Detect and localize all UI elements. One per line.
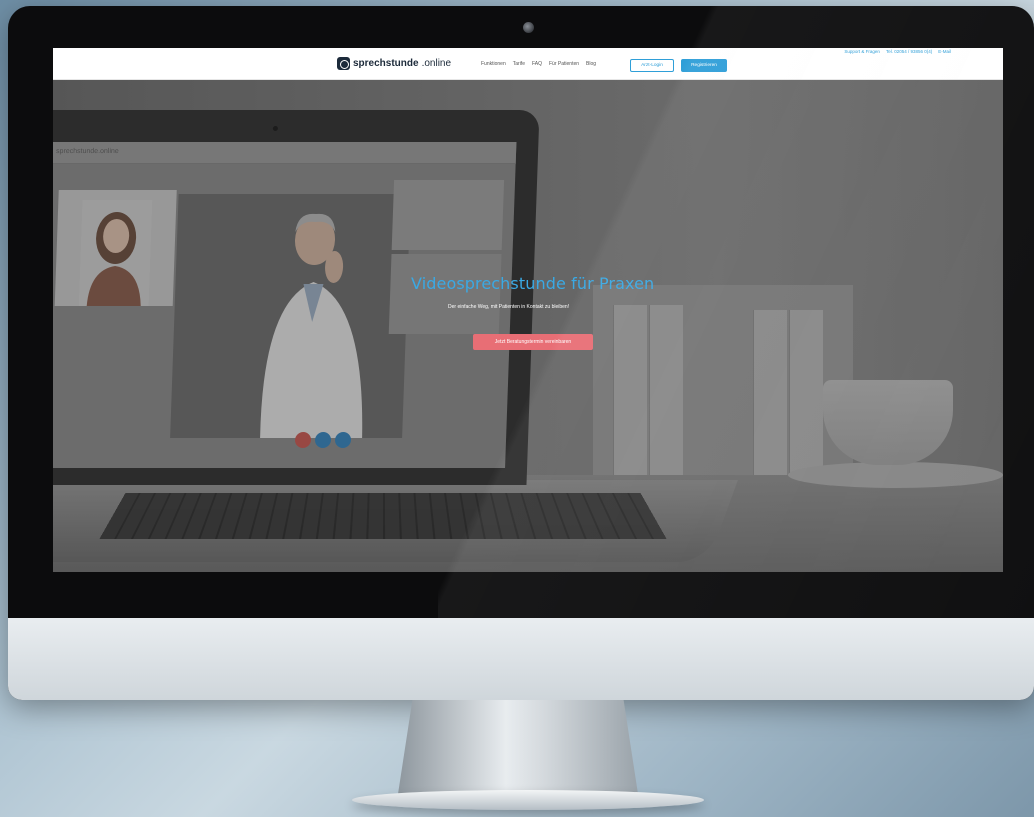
mail-link[interactable]: E-Mail	[938, 49, 951, 54]
phone-link[interactable]: Tel. 02054 / 93856 0(4)	[886, 49, 932, 54]
browser-screen: Support & Fragen Tel. 02054 / 93856 0(4)…	[53, 48, 1003, 572]
monitor: Support & Fragen Tel. 02054 / 93856 0(4)…	[8, 6, 1034, 700]
main-nav: Funktionen Tarife FAQ Für Patienten Blog	[481, 61, 596, 67]
support-link[interactable]: Support & Fragen	[844, 49, 880, 54]
nav-link-funktionen[interactable]: Funktionen	[481, 61, 506, 67]
top-contact-line: Support & Fragen Tel. 02054 / 93856 0(4)…	[844, 49, 951, 54]
site-navbar: Support & Fragen Tel. 02054 / 93856 0(4)…	[53, 48, 1003, 80]
hero-subtitle: Der einfache Weg, mit Patienten in Konta…	[448, 304, 570, 310]
hero-overlay	[53, 80, 1003, 572]
nav-link-blog[interactable]: Blog	[586, 61, 596, 67]
monitor-chin	[8, 618, 1034, 700]
hero-section: sprechstunde.online Videosprechstunde fü…	[53, 80, 1003, 572]
monitor-stand-neck	[398, 700, 638, 794]
monitor-stand-foot	[352, 790, 704, 810]
book-consultation-button[interactable]: Jetzt Beratungstermin vereinbaren	[473, 334, 593, 350]
nav-link-faq[interactable]: FAQ	[532, 61, 542, 67]
hero-title: Videosprechstunde für Praxen	[411, 274, 655, 293]
doctor-login-button[interactable]: Arzt-Login	[630, 59, 674, 72]
site-logo[interactable]: sprechstunde .online	[337, 57, 451, 70]
register-button[interactable]: Registrieren	[681, 59, 727, 72]
logo-text-bold: sprechstunde	[353, 58, 419, 69]
logo-text-light: .online	[421, 58, 452, 69]
nav-link-patienten[interactable]: Für Patienten	[549, 61, 579, 67]
monitor-camera-icon	[523, 22, 534, 33]
clock-logo-icon	[337, 57, 350, 70]
nav-link-tarife[interactable]: Tarife	[513, 61, 525, 67]
